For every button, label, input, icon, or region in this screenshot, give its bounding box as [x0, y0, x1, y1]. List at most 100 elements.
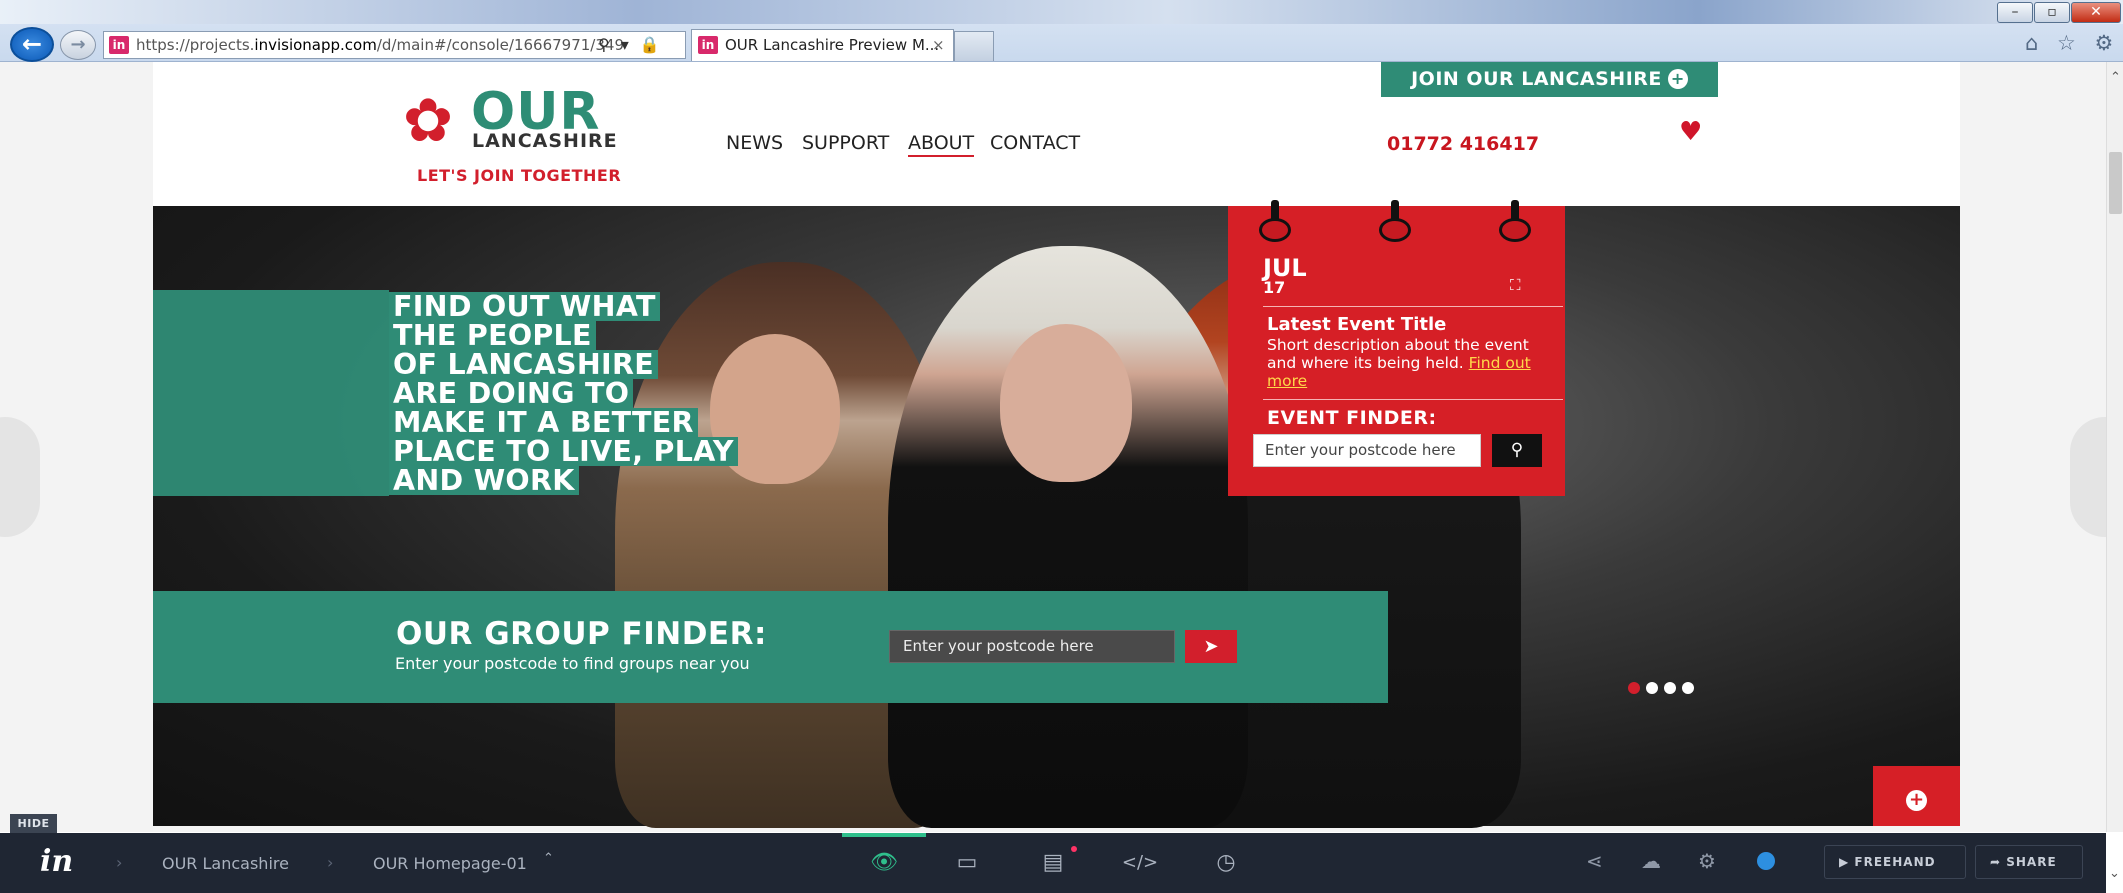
group-postcode-input[interactable]: Enter your postcode here	[889, 630, 1175, 663]
active-tool-indicator	[842, 833, 926, 837]
browser-chrome: – ▫ ✕ ← → in https://projects.invisionap…	[0, 0, 2123, 81]
presence-toggle[interactable]	[1757, 852, 1775, 870]
comment-notification-dot	[1071, 846, 1077, 852]
arrow-left-icon: ←	[21, 30, 43, 58]
logo-lancashire[interactable]: LANCASHIRE	[472, 130, 618, 152]
hide-toolbar-button[interactable]: HIDE	[10, 814, 57, 834]
breadcrumb-separator-icon: ›	[116, 853, 123, 872]
headline-band	[153, 290, 389, 496]
freehand-button[interactable]: ▶ FREEHAND	[1824, 845, 1966, 879]
logo-tagline: LET'S JOIN TOGETHER	[417, 166, 622, 185]
share-arrow-icon: ➦	[1990, 855, 2002, 869]
send-arrow-icon: ➤	[1203, 636, 1219, 657]
group-search-button[interactable]: ➤	[1185, 630, 1237, 663]
history-icon[interactable]: ◷	[1204, 846, 1248, 880]
browser-tab[interactable]: in OUR Lancashire Preview M... ×	[691, 29, 954, 61]
new-tab-button[interactable]	[954, 31, 994, 61]
plus-circle-icon: +	[1906, 790, 1927, 811]
slider-dot-3[interactable]	[1664, 682, 1676, 694]
freehand-icon: ▶	[1839, 855, 1850, 869]
share-link-icon[interactable]: ⋖	[1586, 849, 1603, 873]
prev-screen-arrow[interactable]	[0, 417, 40, 537]
calendar-ring-icon	[1497, 200, 1533, 242]
browser-toolbar-icons[interactable]: ⌂ ☆ ⚙	[2025, 31, 2120, 59]
heart-icon[interactable]: ♥	[1679, 117, 1702, 147]
arrow-right-icon: →	[70, 34, 86, 55]
calendar-ring-icon	[1377, 200, 1413, 242]
hero-photo-woman-center	[888, 246, 1248, 828]
address-host: invisionapp.com	[254, 36, 377, 54]
expand-icon[interactable]: ⛶	[1510, 276, 1521, 294]
back-button[interactable]: ←	[10, 27, 54, 62]
phone-number[interactable]: 01772 416417	[1387, 133, 1539, 155]
share-label: SHARE	[2006, 855, 2057, 869]
build-icon[interactable]: ▭	[945, 846, 989, 880]
address-bar-actions[interactable]: ⚲ ▾ 🔒 ↻	[598, 31, 686, 81]
forward-button[interactable]: →	[60, 30, 96, 60]
settings-gear-icon[interactable]: ⚙	[1698, 849, 1716, 873]
hero-banner: FIND OUT WHAT THE PEOPLE OF LANCASHIRE A…	[153, 206, 1960, 828]
join-button[interactable]: JOIN OUR LANCASHIRE +	[1381, 62, 1718, 97]
breadcrumb-screen[interactable]: OUR Homepage-01	[373, 854, 527, 873]
add-fab-button[interactable]: +	[1873, 766, 1960, 826]
headline-line: OF LANCASHIRE	[389, 350, 658, 379]
nav-support[interactable]: SUPPORT	[802, 132, 889, 154]
calendar-ring-icon	[1257, 200, 1293, 242]
preview-icon[interactable]: 👁	[862, 846, 906, 880]
cloud-sync-icon[interactable]: ☁	[1641, 849, 1661, 873]
divider	[1263, 399, 1563, 400]
freehand-label: FREEHAND	[1854, 855, 1936, 869]
invision-logo-icon[interactable]: in	[40, 844, 73, 879]
flower-logo-icon[interactable]: ✿	[393, 91, 463, 151]
scroll-down-icon[interactable]: ⌄	[2106, 866, 2123, 881]
comment-icon[interactable]: ▤	[1031, 846, 1075, 880]
maximize-button[interactable]: ▫	[2034, 2, 2070, 23]
group-finder-title: OUR GROUP FINDER:	[396, 616, 767, 652]
scroll-up-icon[interactable]: ⌃	[2107, 70, 2123, 85]
headline-line: AND WORK	[389, 466, 579, 495]
group-finder-subtitle: Enter your postcode to find groups near …	[395, 654, 750, 673]
inspect-icon[interactable]: </>	[1118, 846, 1162, 880]
slider-dot-2[interactable]	[1646, 682, 1658, 694]
face	[1000, 324, 1132, 482]
site-header: ✿ OUR LANCASHIRE LET'S JOIN TOGETHER NEW…	[153, 62, 1960, 206]
minimize-button[interactable]: –	[1997, 2, 2033, 23]
event-search-button[interactable]: ⚲	[1492, 434, 1542, 467]
slider-dot-4[interactable]	[1682, 682, 1694, 694]
tab-close-icon[interactable]: ×	[932, 30, 945, 60]
address-scheme: https://projects.	[136, 36, 255, 54]
chevron-up-icon[interactable]: ⌃	[543, 851, 554, 866]
map-pin-icon: ⚲	[1510, 440, 1524, 460]
screen: – ▫ ✕ ← → in https://projects.invisionap…	[0, 0, 2123, 893]
page-scrollbar[interactable]: ⌃	[2106, 62, 2123, 832]
tab-favicon-icon: in	[698, 36, 718, 54]
headline-line: MAKE IT A BETTER	[389, 408, 698, 437]
event-card: JUL 17 ⛶ Latest Event Title Short descri…	[1228, 200, 1565, 496]
divider	[1263, 306, 1563, 307]
headline-line: PLACE TO LIVE, PLAY	[389, 437, 738, 466]
window-titlebar	[0, 0, 2123, 24]
headline-line: THE PEOPLE	[389, 321, 596, 350]
invision-favicon-icon: in	[109, 36, 129, 54]
plus-circle-icon: +	[1667, 69, 1688, 89]
headline-line: FIND OUT WHAT	[389, 292, 660, 321]
breadcrumb-project[interactable]: OUR Lancashire	[162, 854, 289, 873]
headline-line: ARE DOING TO	[389, 379, 634, 408]
page-viewport: ✿ OUR LANCASHIRE LET'S JOIN TOGETHER NEW…	[0, 62, 2123, 832]
slider-dot-1[interactable]	[1628, 682, 1640, 694]
share-button[interactable]: ➦ SHARE	[1975, 845, 2083, 879]
nav-about[interactable]: ABOUT	[908, 132, 975, 157]
address-path: /d/main#/console/16667971/349	[376, 36, 624, 54]
invision-toolbar: in › OUR Lancashire › OUR Homepage-01 ⌃ …	[0, 833, 2106, 893]
event-title: Latest Event Title	[1267, 314, 1447, 335]
join-label: JOIN OUR LANCASHIRE	[1411, 68, 1662, 90]
scroll-thumb[interactable]	[2109, 152, 2122, 214]
hero-headline: FIND OUT WHAT THE PEOPLE OF LANCASHIRE A…	[389, 292, 809, 495]
tab-title: OUR Lancashire Preview M...	[725, 36, 940, 54]
event-day: 17	[1263, 278, 1286, 297]
event-postcode-input[interactable]: Enter your postcode here	[1253, 434, 1481, 467]
close-window-button[interactable]: ✕	[2071, 2, 2121, 23]
event-finder-label: EVENT FINDER:	[1267, 407, 1437, 429]
nav-news[interactable]: NEWS	[726, 132, 783, 154]
nav-contact[interactable]: CONTACT	[990, 132, 1080, 154]
